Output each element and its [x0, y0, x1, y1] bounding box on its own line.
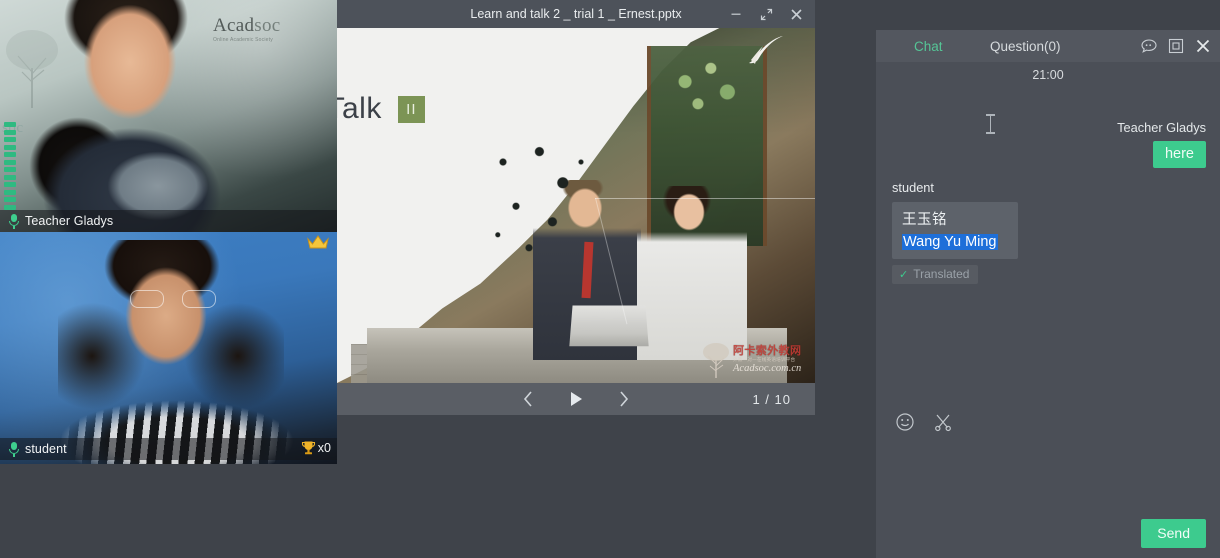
audio-level-meter: [4, 122, 16, 210]
brand-tagline: Online Academic Society: [213, 38, 325, 43]
page-indicator: 1 / 10: [752, 383, 791, 415]
chat-header-actions: [1140, 30, 1212, 62]
level-bar: [4, 137, 16, 142]
level-bar: [4, 205, 16, 210]
microphone-icon: [8, 442, 19, 457]
level-bar: [4, 145, 16, 150]
previous-slide-button[interactable]: [515, 386, 541, 412]
chat-toolbar: [876, 402, 1220, 442]
play-button[interactable]: [563, 386, 589, 412]
message-text-original: 王玉铭: [902, 208, 1008, 229]
trophy-icon: [301, 440, 316, 456]
slide-title: d Talk II: [337, 92, 425, 126]
trophy-counter: x0: [301, 440, 331, 456]
chat-panel: Chat Question(0): [876, 30, 1220, 558]
chevron-left-icon: [521, 390, 535, 408]
close-glyph: [1195, 38, 1211, 54]
slide-player-toolbar: 1 / 10: [337, 383, 815, 415]
level-bar: [4, 160, 16, 165]
nameplate-teacher: Teacher Gladys: [0, 210, 337, 232]
teacher-name-label: Teacher Gladys: [25, 214, 113, 228]
close-icon: [790, 8, 803, 21]
nameplate-student: student: [0, 438, 337, 460]
popout-glyph: [1168, 38, 1184, 54]
acadsoc-backdrop-logo: Acadsoc Online Academic Society: [213, 16, 325, 43]
message-sender-name: Teacher Gladys: [1117, 120, 1206, 135]
message-bubble[interactable]: here: [1153, 141, 1206, 168]
next-slide-button[interactable]: [611, 386, 637, 412]
translated-badge: ✓ Translated: [892, 265, 978, 284]
student-name-label: student: [25, 442, 67, 456]
restore-icon: [760, 8, 773, 21]
slide-title-text: d Talk: [337, 92, 382, 126]
emoji-glyph: [895, 412, 915, 432]
trophy-count-label: x0: [318, 441, 331, 455]
application-root: Acadsoc Online Academic Society soc Teac…: [0, 0, 1220, 558]
minimize-button[interactable]: [721, 0, 751, 28]
slide-guideline-horizontal: [595, 198, 815, 199]
chevron-right-icon: [617, 390, 631, 408]
photo-laptop: [569, 305, 648, 346]
chat-message-list[interactable]: 21:00 Teacher Gladys here student 王玉铭 Wa…: [876, 62, 1220, 434]
slide-canvas[interactable]: d Talk II nema 阿卡索外教网 外教一对一在线英语培训平台 Acad…: [337, 28, 815, 383]
video-column: Acadsoc Online Academic Society soc Teac…: [0, 0, 337, 558]
restore-button[interactable]: [751, 0, 781, 28]
send-button[interactable]: Send: [1141, 519, 1206, 548]
level-bar: [4, 175, 16, 180]
level-bar: [4, 182, 16, 187]
play-icon: [568, 390, 584, 408]
message-bubble[interactable]: 王玉铭 Wang Yu Ming: [892, 202, 1018, 259]
window-controls: [721, 0, 811, 28]
message-sender-name: student: [892, 180, 1018, 195]
speech-bubble-glyph: [1141, 38, 1157, 54]
level-bar: [4, 152, 16, 157]
watermark-subtitle: 外教一对一在线英语培训平台: [733, 358, 801, 363]
photo-person-woman: [637, 186, 747, 360]
text-cursor-icon: [986, 114, 995, 134]
acadsoc-watermark: 阿卡索外教网 外教一对一在线英语培训平台 Acadsoc.com.cn: [701, 339, 811, 381]
minimize-icon: [730, 8, 742, 20]
close-icon[interactable]: [1194, 37, 1212, 55]
chat-panel-header: Chat Question(0): [876, 30, 1220, 62]
level-bar: [4, 130, 16, 135]
message-text-translated: Wang Yu Ming: [902, 234, 998, 250]
crown-icon: [307, 234, 329, 250]
slide-title-badge: II: [398, 96, 425, 123]
white-brush-stroke: [737, 34, 785, 76]
scissors-icon[interactable]: [932, 411, 954, 433]
video-tile-teacher[interactable]: Acadsoc Online Academic Society soc: [0, 0, 337, 232]
chat-input-area[interactable]: Send: [876, 442, 1220, 558]
emoji-icon[interactable]: [894, 411, 916, 433]
brand-primary: Acad: [213, 15, 254, 36]
level-bar: [4, 190, 16, 195]
tab-question[interactable]: Question(0): [990, 30, 1061, 62]
backdrop-tree-graphic: [2, 22, 62, 108]
student-glasses: [130, 290, 216, 308]
window-titlebar[interactable]: Learn and talk 2 _ trial 1 _ Ernest.pptx: [337, 0, 815, 28]
translated-label: Translated: [913, 267, 969, 281]
popout-icon[interactable]: [1167, 37, 1185, 55]
watermark-tree-icon: [701, 342, 731, 378]
presentation-window: Learn and talk 2 _ trial 1 _ Ernest.pptx: [337, 0, 815, 415]
chat-message-outgoing: Teacher Gladys here: [1117, 120, 1206, 168]
level-bar: [4, 167, 16, 172]
video-tile-student[interactable]: [0, 232, 337, 464]
photo-ink-splatter: [477, 136, 607, 266]
brand-secondary: soc: [254, 15, 280, 36]
chat-message-incoming: student 王玉铭 Wang Yu Ming ✓ Translated: [892, 180, 1018, 284]
level-bar: [4, 122, 16, 127]
level-bar: [4, 197, 16, 202]
chat-timestamp: 21:00: [876, 68, 1220, 82]
speech-bubble-icon[interactable]: [1140, 37, 1158, 55]
close-button[interactable]: [781, 0, 811, 28]
check-icon: ✓: [899, 268, 908, 281]
scissors-glyph: [933, 412, 953, 432]
watermark-url: Acadsoc.com.cn: [733, 363, 801, 374]
tab-chat[interactable]: Chat: [914, 30, 943, 62]
microphone-icon: [8, 214, 19, 229]
